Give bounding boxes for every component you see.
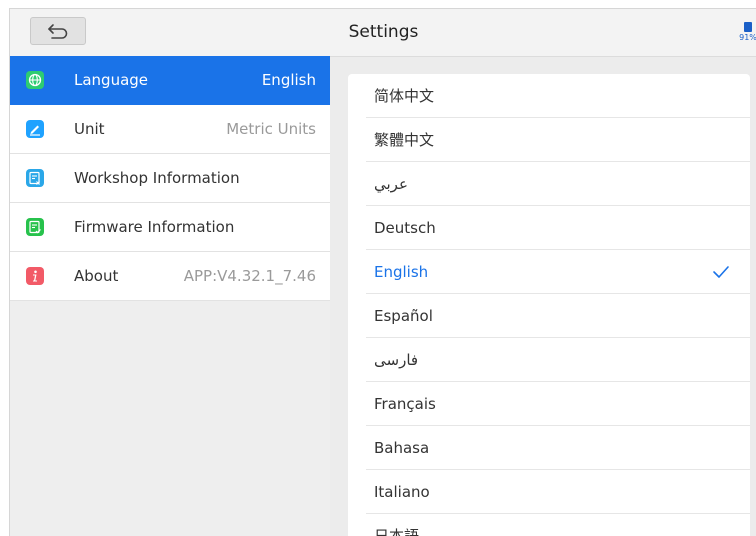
sidebar-item-firmware-information[interactable]: Firmware Information [10,203,330,252]
document-edit-icon [26,169,44,187]
language-option[interactable]: Français [366,382,750,426]
language-label: فارسی [374,351,419,369]
header-bar: Settings 91% [10,9,756,57]
language-label: Bahasa [374,439,430,457]
language-label: عربي [374,175,408,193]
language-label: Español [374,307,433,325]
language-label: Italiano [374,483,430,501]
language-option[interactable]: 简体中文 [366,74,750,118]
document-check-icon [26,218,44,236]
info-icon [26,267,44,285]
sidebar-item-unit[interactable]: Unit Metric Units [10,105,330,154]
sidebar-item-value: APP:V4.32.1_7.46 [183,267,316,285]
sidebar-item-label: Workshop Information [74,169,240,187]
pencil-icon [26,120,44,138]
language-label: Français [374,395,436,413]
language-label: Deutsch [374,219,436,237]
settings-sidebar: Language English Unit Metric Units Works… [10,56,330,536]
language-option[interactable]: Bahasa [366,426,750,470]
battery-indicator: 91% [739,22,756,48]
battery-percent: 91% [739,33,756,42]
sidebar-item-label: Firmware Information [74,218,235,236]
sidebar-item-about[interactable]: About APP:V4.32.1_7.46 [10,252,330,301]
language-list-panel: 简体中文 繁體中文 عربي Deutsch English Español ف… [348,74,750,536]
sidebar-item-value: English [261,71,316,89]
checkmark-icon [713,266,729,278]
language-option[interactable]: Deutsch [366,206,750,250]
app-window: Settings 91% Language English Unit Metri… [9,8,756,536]
language-option[interactable]: فارسی [366,338,750,382]
sidebar-item-language[interactable]: Language English [10,56,330,105]
language-option[interactable]: 繁體中文 [366,118,750,162]
battery-icon [744,22,752,32]
language-option[interactable]: 日本語 [366,514,750,536]
language-option[interactable]: عربي [366,162,750,206]
language-label: 日本語 [374,527,420,536]
sidebar-item-label: About [74,267,119,285]
language-option[interactable]: Italiano [366,470,750,514]
sidebar-item-value: Metric Units [226,120,316,138]
language-option-selected[interactable]: English [366,250,750,294]
sidebar-item-workshop-information[interactable]: Workshop Information [10,154,330,203]
sidebar-item-label: Language [74,71,149,89]
page-title: Settings [348,22,419,42]
language-label: 繁體中文 [374,131,435,149]
language-option[interactable]: Español [366,294,750,338]
language-label: English [374,263,429,281]
globe-icon [26,71,44,89]
language-label: 简体中文 [374,87,435,105]
sidebar-item-label: Unit [74,120,105,138]
